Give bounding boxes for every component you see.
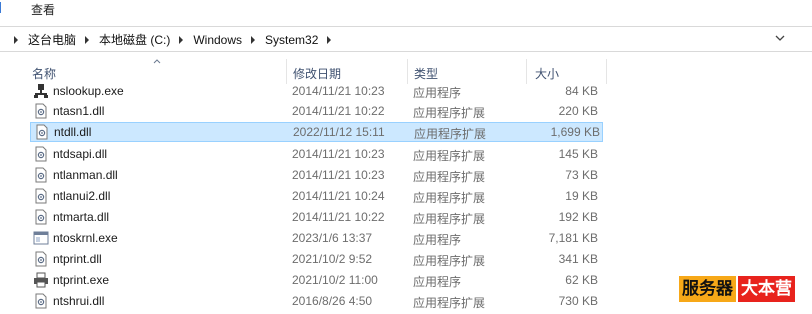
file-row-selected[interactable]: ntdll.dll 2022/11/12 15:11 应用程序扩展 1,699 … [30,122,603,142]
file-size: 73 KB [565,168,598,182]
file-row[interactable]: ntmarta.dll 2014/11/21 10:22 应用程序扩展 192 … [27,207,603,227]
file-size: 145 KB [558,147,598,161]
menu-edge-marker [0,2,6,13]
file-row[interactable]: ntasn1.dll 2014/11/21 10:22 应用程序扩展 220 K… [27,101,603,121]
breadcrumb: 这台电脑 本地磁盘 (C:) Windows System32 [5,31,341,48]
file-name: nslookup.exe [53,84,124,98]
file-date: 2023/1/6 13:37 [292,231,373,245]
file-size: 1,699 KB [550,125,600,139]
file-size: 62 KB [565,273,598,287]
chevron-right-icon[interactable] [327,35,332,44]
breadcrumb-this-pc[interactable]: 这台电脑 [28,31,76,48]
network-exe-icon [34,84,48,98]
file-name: ntoskrnl.exe [53,231,118,245]
file-date: 2014/11/21 10:22 [292,210,385,224]
chevron-down-icon[interactable] [775,35,785,43]
file-name: ntmarta.dll [53,210,110,224]
file-row[interactable]: ntprint.exe 2021/10/2 11:00 应用程序 62 KB [27,270,603,290]
file-type: 应用程序 [413,275,462,289]
file-type: 应用程序扩展 [413,296,486,310]
breadcrumb-local-disk[interactable]: 本地磁盘 (C:) [99,31,170,48]
file-date: 2014/11/21 10:23 [292,147,385,161]
chevron-right-icon[interactable] [14,35,18,44]
chevron-right-icon[interactable] [179,35,184,44]
file-name: ntdll.dll [54,125,92,139]
printer-icon [34,272,48,288]
file-row[interactable]: ntprint.dll 2021/10/2 9:52 应用程序扩展 341 KB [27,249,603,269]
breadcrumb-system32[interactable]: System32 [265,33,318,47]
file-type: 应用程序扩展 [413,170,486,184]
file-date: 2016/8/26 4:50 [292,294,373,308]
file-row[interactable]: ntdsapi.dll 2014/11/21 10:23 应用程序扩展 145 … [27,144,603,164]
file-type: 应用程序扩展 [413,254,486,268]
menu-view[interactable]: 查看 [31,1,55,18]
file-size: 19 KB [565,189,598,203]
file-name: ntlanman.dll [53,168,118,182]
file-name: ntdsapi.dll [53,147,108,161]
file-size: 84 KB [565,84,598,98]
file-size: 7,181 KB [548,231,598,245]
file-size: 730 KB [558,294,598,308]
file-type: 应用程序扩展 [413,106,486,120]
file-row[interactable]: ntlanman.dll 2014/11/21 10:23 应用程序扩展 73 … [27,165,603,185]
breadcrumb-windows[interactable]: Windows [193,33,242,47]
exe-window-icon [33,231,49,245]
file-name: ntshrui.dll [53,294,105,308]
dll-file-icon [35,251,47,267]
file-date: 2014/11/21 10:23 [292,84,385,98]
dll-file-icon [35,293,47,309]
watermark-logo: 服务器 大本营 [679,276,795,302]
file-name: ntprint.dll [53,252,102,266]
file-type: 应用程序扩展 [413,149,486,163]
watermark-part1: 服务器 [679,276,736,302]
file-type: 应用程序 [413,86,462,100]
menu-bar: 查看 [0,0,812,17]
file-date: 2014/11/21 10:22 [292,104,385,118]
file-type: 应用程序扩展 [413,212,486,226]
dll-file-icon [35,167,47,183]
file-date: 2014/11/21 10:23 [292,168,385,182]
file-type: 应用程序扩展 [414,127,487,141]
file-row[interactable]: nslookup.exe 2014/11/21 10:23 应用程序 84 KB [27,81,603,101]
file-row[interactable]: ntlanui2.dll 2014/11/21 10:24 应用程序扩展 19 … [27,186,603,206]
file-name: ntprint.exe [53,273,110,287]
file-type: 应用程序扩展 [413,191,486,205]
file-size: 220 KB [558,104,598,118]
dll-file-icon [36,124,48,140]
file-row[interactable]: ntoskrnl.exe 2023/1/6 13:37 应用程序 7,181 K… [27,228,603,248]
file-date: 2021/10/2 9:52 [292,252,373,266]
file-date: 2021/10/2 11:00 [292,273,378,287]
file-size: 341 KB [558,252,598,266]
dll-file-icon [35,103,47,119]
address-bar[interactable]: 这台电脑 本地磁盘 (C:) Windows System32 [0,26,812,52]
dll-file-icon [35,209,47,225]
file-name: ntasn1.dll [53,104,105,118]
sort-up-icon [153,59,161,64]
file-size: 192 KB [558,210,598,224]
dll-file-icon [35,146,47,162]
file-date: 2022/11/12 15:11 [293,125,385,139]
file-name: ntlanui2.dll [53,189,111,203]
file-date: 2014/11/21 10:24 [292,189,385,203]
file-row[interactable]: ntshrui.dll 2016/8/26 4:50 应用程序扩展 730 KB [27,291,603,311]
chevron-right-icon[interactable] [251,35,256,44]
file-type: 应用程序 [413,233,462,247]
chevron-right-icon[interactable] [85,35,90,44]
watermark-part2: 大本营 [738,276,795,302]
dll-file-icon [35,188,47,204]
